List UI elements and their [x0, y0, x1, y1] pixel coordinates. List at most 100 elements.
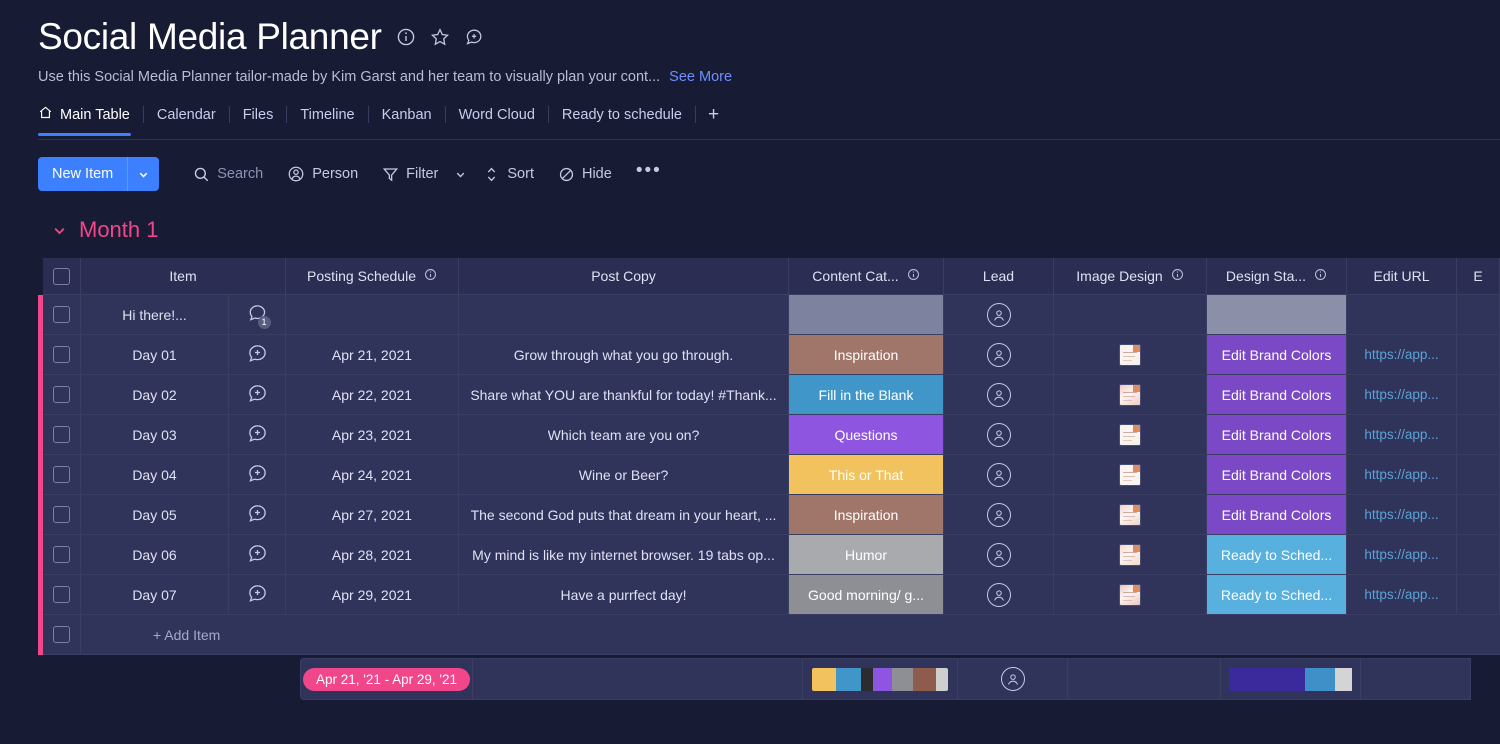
- cell-design-status[interactable]: Edit Brand Colors: [1207, 495, 1347, 535]
- image-thumbnail[interactable]: [1119, 383, 1141, 406]
- add-item-row[interactable]: + Add Item: [38, 615, 1500, 655]
- cell-image-design[interactable]: [1054, 295, 1207, 335]
- tab-ready-to-schedule[interactable]: Ready to schedule: [549, 107, 695, 134]
- image-thumbnail[interactable]: [1119, 543, 1141, 566]
- row-checkbox[interactable]: [53, 546, 70, 563]
- cell-content-category[interactable]: This or That: [789, 455, 944, 495]
- cell-lead[interactable]: [944, 415, 1054, 455]
- edit-url-link[interactable]: https://app...: [1364, 467, 1438, 482]
- edit-url-link[interactable]: https://app...: [1364, 547, 1438, 562]
- add-conversation-icon[interactable]: [247, 583, 268, 607]
- tab-files[interactable]: Files: [230, 107, 287, 134]
- cell-item[interactable]: Day 03: [81, 415, 229, 455]
- row-checkbox-cell[interactable]: [43, 335, 81, 375]
- row-checkbox[interactable]: [53, 346, 70, 363]
- avatar[interactable]: [986, 302, 1011, 327]
- cell-post-copy[interactable]: Grow through what you go through.: [459, 335, 789, 375]
- cell-posting-schedule[interactable]: Apr 29, 2021: [286, 575, 459, 615]
- design-status-pill[interactable]: Edit Brand Colors: [1207, 495, 1346, 534]
- cell-posting-schedule[interactable]: Apr 24, 2021: [286, 455, 459, 495]
- new-item-button[interactable]: New Item: [38, 157, 160, 191]
- cell-image-design[interactable]: [1054, 375, 1207, 415]
- row-checkbox[interactable]: [53, 426, 70, 443]
- info-icon[interactable]: [907, 268, 920, 284]
- conversation-icon[interactable]: 1: [247, 303, 271, 329]
- cell-lead[interactable]: [944, 295, 1054, 335]
- table-row[interactable]: Day 04 Apr 24, 2021 Wine or Beer? This or T…: [38, 455, 1500, 495]
- content-category-pill[interactable]: This or That: [789, 455, 943, 494]
- content-category-pill[interactable]: Inspiration: [789, 495, 943, 534]
- cell-design-status[interactable]: [1207, 295, 1347, 335]
- cell-edit-url[interactable]: https://app...: [1347, 535, 1457, 575]
- avatar[interactable]: [1000, 667, 1025, 691]
- design-status-pill[interactable]: Ready to Sched...: [1207, 575, 1346, 614]
- add-conversation-icon[interactable]: [247, 503, 268, 527]
- add-conversation-icon[interactable]: [247, 423, 268, 447]
- add-item-button[interactable]: + Add Item: [81, 615, 1500, 655]
- edit-url-link[interactable]: https://app...: [1364, 507, 1438, 522]
- status-distribution-bar[interactable]: [1228, 667, 1353, 691]
- cell-image-design[interactable]: [1054, 415, 1207, 455]
- cell-content-category[interactable]: Inspiration: [789, 335, 944, 375]
- row-checkbox[interactable]: [53, 586, 70, 603]
- cell-content-category[interactable]: Inspiration: [789, 495, 944, 535]
- cell-content-category[interactable]: Fill in the Blank: [789, 375, 944, 415]
- cell-image-design[interactable]: [1054, 495, 1207, 535]
- column-header-content-cat[interactable]: Content Cat...: [789, 258, 944, 295]
- row-checkbox[interactable]: [53, 466, 70, 483]
- row-checkbox[interactable]: [53, 306, 70, 323]
- add-conversation-icon[interactable]: [247, 543, 268, 567]
- content-category-pill[interactable]: Fill in the Blank: [789, 375, 943, 414]
- cell-design-status[interactable]: Ready to Sched...: [1207, 535, 1347, 575]
- table-row[interactable]: Day 05 Apr 27, 2021 The second God puts th…: [38, 495, 1500, 535]
- content-category-pill[interactable]: [789, 295, 943, 334]
- cell-conversation[interactable]: [229, 455, 286, 495]
- cell-item[interactable]: Day 07: [81, 575, 229, 615]
- table-row[interactable]: Day 02 Apr 22, 2021 Share what YOU are tha…: [38, 375, 1500, 415]
- cell-posting-schedule[interactable]: Apr 23, 2021: [286, 415, 459, 455]
- hide-button[interactable]: Hide: [546, 160, 624, 189]
- add-conversation-icon[interactable]: [247, 383, 268, 407]
- add-conversation-icon[interactable]: [247, 463, 268, 487]
- table-row[interactable]: Hi there!... 1: [38, 295, 1500, 335]
- avatar[interactable]: [986, 422, 1011, 447]
- info-icon[interactable]: [424, 268, 437, 284]
- cell-edit-url[interactable]: https://app...: [1347, 335, 1457, 375]
- cell-design-status[interactable]: Edit Brand Colors: [1207, 335, 1347, 375]
- column-header-design-sta[interactable]: Design Sta...: [1207, 258, 1347, 295]
- tab-calendar[interactable]: Calendar: [144, 107, 229, 134]
- more-actions-button[interactable]: •••: [624, 158, 674, 190]
- design-status-pill[interactable]: Edit Brand Colors: [1207, 335, 1346, 374]
- avatar[interactable]: [986, 582, 1011, 607]
- image-thumbnail[interactable]: [1119, 423, 1141, 446]
- design-status-pill[interactable]: Edit Brand Colors: [1207, 455, 1346, 494]
- avatar[interactable]: [986, 342, 1011, 367]
- row-checkbox-cell[interactable]: [43, 295, 81, 335]
- edit-url-link[interactable]: https://app...: [1364, 347, 1438, 362]
- avatar[interactable]: [986, 462, 1011, 487]
- avatar[interactable]: [986, 542, 1011, 567]
- tab-word-cloud[interactable]: Word Cloud: [446, 107, 548, 134]
- column-header-lead[interactable]: Lead: [944, 258, 1054, 295]
- avatar[interactable]: [986, 502, 1011, 527]
- search-button[interactable]: Search: [181, 160, 275, 189]
- avatar[interactable]: [986, 382, 1011, 407]
- cell-conversation[interactable]: [229, 415, 286, 455]
- cell-item[interactable]: Day 02: [81, 375, 229, 415]
- image-thumbnail[interactable]: [1119, 583, 1141, 606]
- tab-timeline[interactable]: Timeline: [287, 107, 367, 134]
- cell-overflow-column[interactable]: [1457, 495, 1500, 535]
- cell-post-copy[interactable]: [459, 295, 789, 335]
- cell-posting-schedule[interactable]: Apr 27, 2021: [286, 495, 459, 535]
- cell-edit-url[interactable]: [1347, 295, 1457, 335]
- content-category-pill[interactable]: Inspiration: [789, 335, 943, 374]
- see-more-link[interactable]: See More: [669, 69, 732, 85]
- sort-button[interactable]: Sort: [471, 160, 546, 189]
- design-status-pill[interactable]: [1207, 295, 1346, 334]
- content-category-pill[interactable]: Questions: [789, 415, 943, 454]
- column-header-post-copy[interactable]: Post Copy: [459, 258, 789, 295]
- cell-image-design[interactable]: [1054, 575, 1207, 615]
- tab-kanban[interactable]: Kanban: [369, 107, 445, 134]
- cell-lead[interactable]: [944, 495, 1054, 535]
- cell-content-category[interactable]: Good morning/ g...: [789, 575, 944, 615]
